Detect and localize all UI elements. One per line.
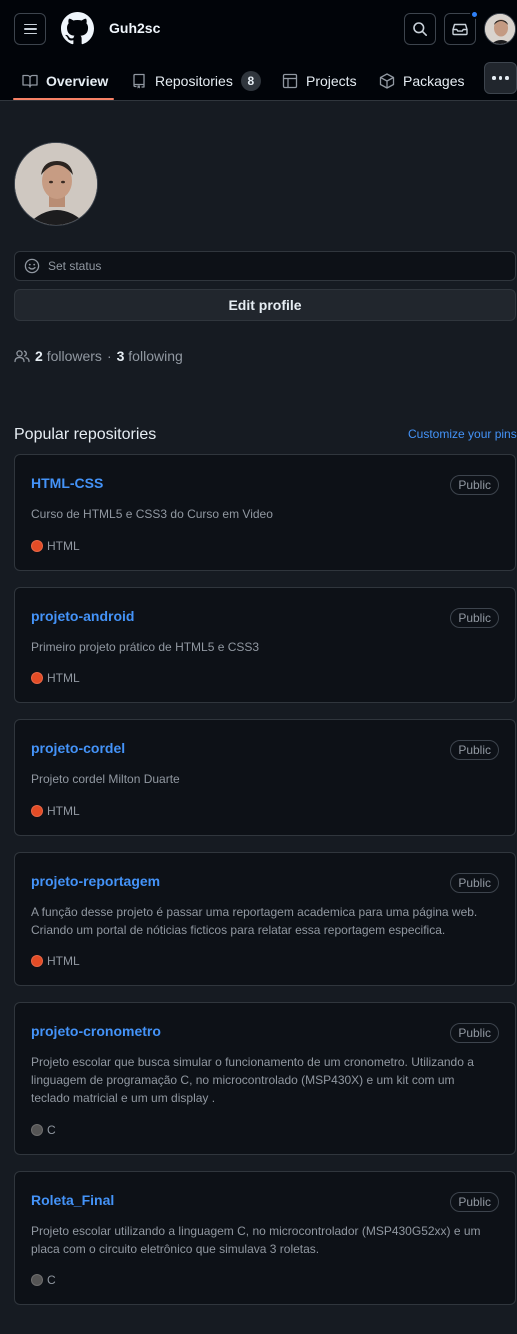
repo-name-link[interactable]: Roleta_Final xyxy=(31,1192,114,1208)
followers-link[interactable]: 2 followers xyxy=(35,348,102,364)
repo-description: Projeto escolar utilizando a linguagem C… xyxy=(31,1224,481,1256)
repo-language: HTML xyxy=(31,671,80,685)
book-icon xyxy=(22,74,38,88)
repo-icon xyxy=(133,73,145,88)
popular-repositories-heading: Popular repositories xyxy=(14,426,157,443)
language-color-dot xyxy=(31,672,43,684)
customize-pins-link[interactable]: Customize your pins xyxy=(408,427,517,441)
follow-separator: · xyxy=(106,348,112,364)
tab-overview-label: Overview xyxy=(46,72,109,89)
tab-packages-label: Packages xyxy=(403,72,465,89)
repo-card: projeto-cordel Public Projeto cordel Mil… xyxy=(14,719,516,836)
profile-tabs: Overview Repositories 8 Projects Package… xyxy=(0,60,517,101)
inbox-icon xyxy=(452,23,468,36)
visibility-badge: Public xyxy=(450,1192,499,1212)
package-icon xyxy=(379,72,395,89)
tab-overview[interactable]: Overview xyxy=(22,60,108,101)
repo-card: HTML-CSS Public Curso de HTML5 e CSS3 do… xyxy=(14,454,516,571)
search-icon xyxy=(413,22,427,36)
repo-language: HTML xyxy=(31,804,80,818)
inbox-button[interactable] xyxy=(444,10,479,45)
people-icon xyxy=(14,350,30,363)
tab-packages[interactable]: Packages xyxy=(379,60,464,101)
avatar-photo xyxy=(485,14,515,44)
following-link[interactable]: 3 following xyxy=(117,348,183,364)
visibility-badge: Public xyxy=(450,608,499,628)
profile-photo xyxy=(15,143,97,225)
repo-description: Curso de HTML5 e CSS3 do Curso em Video xyxy=(31,507,273,521)
active-tab-indicator xyxy=(13,98,114,100)
profile-avatar[interactable] xyxy=(14,142,98,226)
language-name: HTML xyxy=(47,539,80,553)
top-header: Guh2sc Overview Repositories 8 Projects … xyxy=(0,0,517,101)
smiley-icon xyxy=(24,258,40,274)
edit-profile-button[interactable]: Edit profile xyxy=(14,289,516,321)
language-name: HTML xyxy=(47,804,80,818)
repo-name-link[interactable]: projeto-cronometro xyxy=(31,1023,161,1039)
tab-projects[interactable]: Projects xyxy=(282,60,357,101)
visibility-badge: Public xyxy=(450,1023,499,1043)
tab-repositories-label: Repositories xyxy=(155,72,233,89)
visibility-badge: Public xyxy=(450,740,499,760)
kebab-horizontal-icon xyxy=(492,76,496,80)
language-name: HTML xyxy=(47,671,80,685)
followers-label: followers xyxy=(46,348,102,364)
repo-description: Primeiro projeto prático de HTML5 e CSS3 xyxy=(31,640,260,654)
tab-repositories[interactable]: Repositories 8 xyxy=(131,60,261,101)
follow-stats: 2 followers · 3 following xyxy=(14,348,183,364)
more-tabs-button[interactable] xyxy=(484,62,517,94)
repo-card: Roleta_Final Public Projeto escolar util… xyxy=(14,1171,516,1305)
repo-description: Projeto cordel Milton Duarte xyxy=(31,772,180,786)
github-logo-icon[interactable] xyxy=(61,12,94,45)
notification-indicator xyxy=(470,10,479,19)
tab-projects-label: Projects xyxy=(306,72,357,89)
repositories-count-badge: 8 xyxy=(240,70,261,91)
menu-button[interactable] xyxy=(14,13,46,45)
repo-language: C xyxy=(31,1123,56,1137)
language-color-dot xyxy=(31,955,43,967)
repo-card: projeto-android Public Primeiro projeto … xyxy=(14,587,516,703)
repo-language: C xyxy=(31,1273,56,1287)
following-count: 3 xyxy=(116,348,125,364)
repo-name-link[interactable]: projeto-android xyxy=(31,608,134,624)
repo-language: HTML xyxy=(31,539,80,553)
repo-card: projeto-reportagem Public A função desse… xyxy=(14,852,516,986)
repo-name-link[interactable]: HTML-CSS xyxy=(31,475,103,491)
language-color-dot xyxy=(31,1124,43,1136)
visibility-badge: Public xyxy=(450,873,499,893)
set-status-button[interactable]: Set status xyxy=(14,251,516,281)
table-icon xyxy=(282,73,298,88)
repo-description: Projeto escolar que busca simular o func… xyxy=(31,1055,474,1105)
repo-name-link[interactable]: projeto-cordel xyxy=(31,740,125,756)
language-name: C xyxy=(47,1273,56,1287)
following-label: following xyxy=(128,348,183,364)
repo-language: HTML xyxy=(31,954,80,968)
set-status-label: Set status xyxy=(48,259,102,273)
language-color-dot xyxy=(31,540,43,552)
hamburger-icon xyxy=(23,23,37,26)
repo-card: projeto-cronometro Public Projeto escola… xyxy=(14,1002,516,1155)
header-username[interactable]: Guh2sc xyxy=(109,20,160,36)
search-button[interactable] xyxy=(404,13,436,45)
language-name: C xyxy=(47,1123,56,1137)
visibility-badge: Public xyxy=(450,475,499,495)
repo-name-link[interactable]: projeto-reportagem xyxy=(31,873,160,889)
language-color-dot xyxy=(31,805,43,817)
user-avatar[interactable] xyxy=(484,13,516,45)
language-color-dot xyxy=(31,1274,43,1286)
language-name: HTML xyxy=(47,954,80,968)
followers-count: 2 xyxy=(35,348,43,364)
repo-description: A função desse projeto é passar uma repo… xyxy=(31,905,478,937)
